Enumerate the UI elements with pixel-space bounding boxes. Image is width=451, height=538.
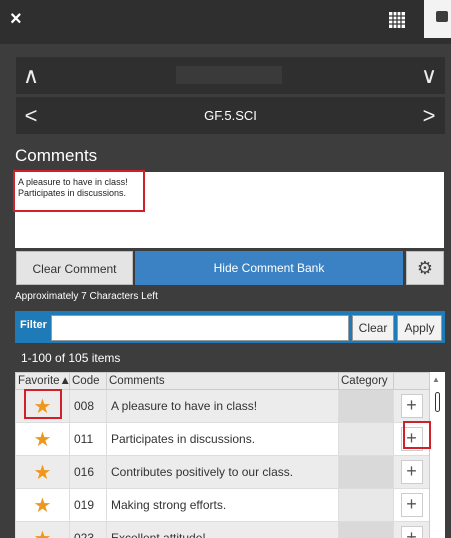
add-button-highlight bbox=[403, 421, 431, 449]
favorite-star-highlight bbox=[24, 389, 62, 419]
hide-comment-bank-button[interactable]: Hide Comment Bank bbox=[135, 251, 403, 285]
code-cell: 023 bbox=[69, 521, 107, 538]
table-row: ★ 023 Excellent attitude! + bbox=[15, 521, 445, 538]
category-cell bbox=[338, 389, 394, 423]
category-cell bbox=[338, 422, 394, 456]
clear-comment-button[interactable]: Clear Comment bbox=[16, 251, 133, 285]
add-comment-button[interactable]: + bbox=[400, 526, 423, 538]
star-icon[interactable]: ★ bbox=[15, 455, 70, 489]
category-cell bbox=[338, 455, 394, 489]
filter-clear-button[interactable]: Clear bbox=[352, 315, 394, 341]
code-cell: 019 bbox=[69, 488, 107, 522]
comment-cell: Participates in discussions. bbox=[106, 422, 339, 456]
top-bar bbox=[0, 0, 451, 44]
code-cell: 016 bbox=[69, 455, 107, 489]
chevron-down-icon[interactable]: ∨ bbox=[414, 57, 444, 94]
favorite-header[interactable]: Favorite▲ bbox=[15, 372, 71, 390]
add-comment-button[interactable]: + bbox=[400, 394, 423, 418]
category-cell bbox=[338, 488, 394, 522]
add-header bbox=[393, 372, 430, 390]
chevron-up-icon[interactable]: ∧ bbox=[16, 57, 46, 94]
table-row: ★ 019 Making strong efforts. + bbox=[15, 488, 445, 522]
filter-input[interactable] bbox=[51, 315, 349, 341]
comment-text-highlight bbox=[13, 170, 145, 212]
filter-label: Filter bbox=[20, 319, 47, 331]
chevron-left-icon[interactable]: < bbox=[16, 97, 46, 134]
code-header[interactable]: Code bbox=[69, 372, 107, 390]
section-nav-row: GF.5.SCI bbox=[16, 97, 445, 134]
add-comment-button[interactable]: + bbox=[400, 460, 423, 484]
characters-left-text: Approximately 7 Characters Left bbox=[15, 291, 158, 302]
scroll-up-icon[interactable]: ▲ bbox=[432, 375, 440, 384]
section-title: GF.5.SCI bbox=[204, 108, 257, 123]
comment-cell: Making strong efforts. bbox=[106, 488, 339, 522]
student-name-redacted bbox=[176, 66, 282, 84]
category-cell bbox=[338, 521, 394, 538]
comment-cell: Contributes positively to our class. bbox=[106, 455, 339, 489]
comment-cell: Excellent attitude! bbox=[106, 521, 339, 538]
item-count: 1-100 of 105 items bbox=[21, 351, 121, 365]
chevron-right-icon[interactable]: > bbox=[414, 97, 444, 134]
scroll-thumb[interactable] bbox=[435, 392, 440, 412]
comments-label: Comments bbox=[15, 146, 98, 165]
star-icon[interactable]: ★ bbox=[15, 521, 70, 538]
close-icon[interactable]: × bbox=[10, 8, 22, 31]
star-icon[interactable]: ★ bbox=[15, 488, 70, 522]
grid-view-icon[interactable] bbox=[389, 12, 405, 28]
comment-cell: A pleasure to have in class! bbox=[106, 389, 339, 423]
comment-bank-grid: Favorite▲ Code Comments Category ★ 008 A… bbox=[15, 372, 445, 538]
comments-header[interactable]: Comments bbox=[106, 372, 339, 390]
chat-icon bbox=[436, 11, 448, 22]
gear-icon[interactable]: ⚙ bbox=[406, 251, 444, 285]
star-icon[interactable]: ★ bbox=[15, 422, 70, 456]
table-row: ★ 011 Participates in discussions. + bbox=[15, 422, 445, 456]
table-row: ★ 008 A pleasure to have in class! + bbox=[15, 389, 445, 423]
filter-apply-button[interactable]: Apply bbox=[397, 315, 442, 341]
code-cell: 011 bbox=[69, 422, 107, 456]
add-comment-button[interactable]: + bbox=[400, 493, 423, 517]
grid-header-row: Favorite▲ Code Comments Category bbox=[15, 372, 445, 390]
code-cell: 008 bbox=[69, 389, 107, 423]
table-row: ★ 016 Contributes positively to our clas… bbox=[15, 455, 445, 489]
category-header[interactable]: Category bbox=[338, 372, 394, 390]
